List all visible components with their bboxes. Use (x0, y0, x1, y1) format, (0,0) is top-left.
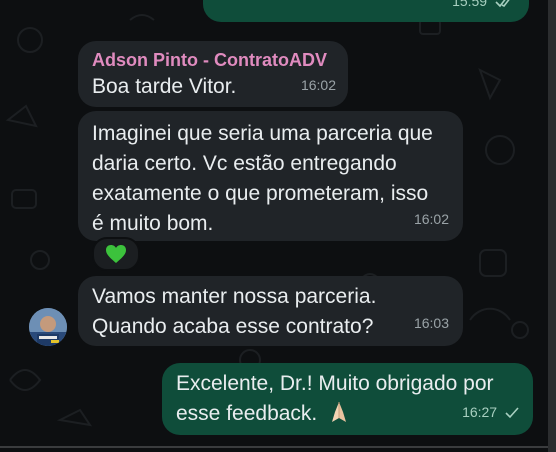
single-check-icon (505, 407, 519, 419)
message-line: Vamos manter nossa parceria. (92, 285, 377, 308)
message-line: Quando acaba esse contrato? (92, 315, 374, 338)
incoming-message-bubble[interactable]: Adson Pinto - ContratoADV Boa tarde Vito… (78, 41, 348, 107)
message-line: Imaginei que seria uma parceria que (92, 122, 433, 145)
folded-hands-icon (332, 402, 347, 422)
incoming-message-bubble[interactable]: Vamos manter nossa parceria. Quando acab… (78, 276, 463, 346)
avatar-image (29, 308, 67, 346)
message-time: 15:59 (452, 0, 488, 9)
reaction-badge[interactable] (92, 237, 140, 271)
message-line: é muito bom. (92, 212, 214, 235)
message-time: 16:02 (413, 211, 449, 227)
double-check-icon (495, 0, 510, 8)
message-line: exatamente o que prometeram, isso (92, 182, 429, 205)
message-line: daria certo. Vc estão entregando (92, 152, 397, 175)
outgoing-message-bubble[interactable]: Excelente, Dr.! Muito obrigado por esse … (162, 363, 533, 435)
scrollbar-track[interactable] (548, 0, 556, 452)
contact-avatar[interactable] (29, 308, 67, 346)
message-line: Excelente, Dr.! Muito obrigado por (176, 372, 494, 395)
message-time: 16:02 (300, 77, 336, 93)
green-heart-icon (106, 245, 126, 263)
outgoing-message-bubble[interactable]: 15:59 (203, 0, 529, 22)
incoming-message-bubble[interactable]: Imaginei que seria uma parceria que dari… (78, 111, 463, 241)
message-text: Boa tarde Vitor. (92, 75, 237, 98)
message-line: esse feedback. (176, 402, 318, 425)
message-time: 16:03 (413, 315, 449, 331)
sender-name: Adson Pinto - ContratoADV (92, 50, 327, 70)
composer-divider (0, 446, 548, 448)
message-time: 16:27 (462, 404, 498, 420)
